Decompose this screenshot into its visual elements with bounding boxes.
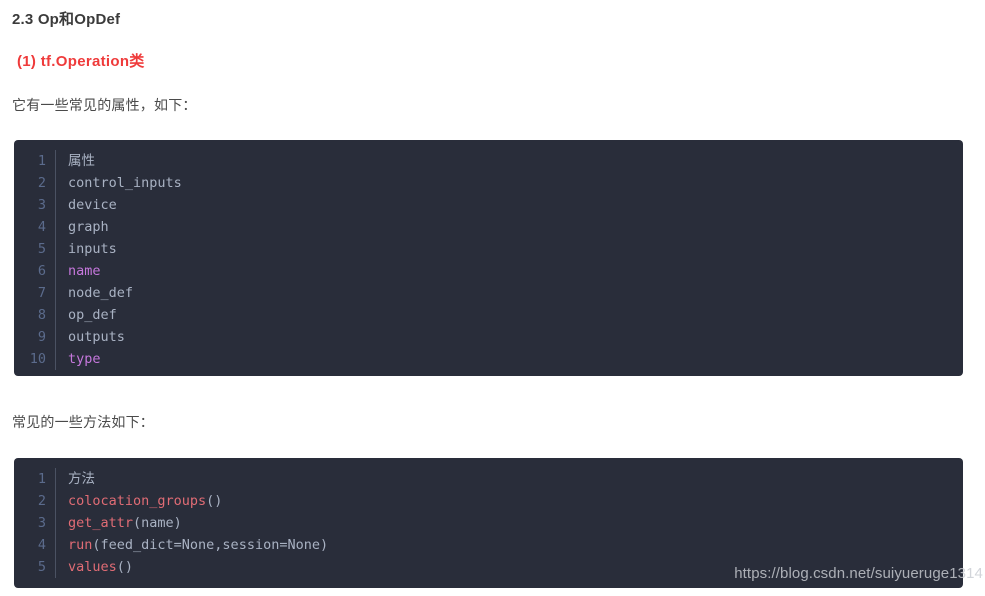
code-token-func: get_attr: [68, 515, 134, 531]
code-line: colocation_groups(): [68, 490, 328, 512]
code-token-punct: (feed_dict=None,session=None): [92, 537, 329, 553]
code-token-func: values: [68, 559, 117, 575]
code-lines-methods: 方法 colocation_groups() get_attr(name) run(f…: [56, 468, 328, 578]
code-line-number: 5: [37, 559, 46, 575]
code-line: control_inputs: [68, 172, 182, 194]
article-section-heading: 2.3 Op和OpDef: [12, 11, 121, 28]
code-token-plain: op_def: [68, 307, 117, 323]
code-token-plain: outputs: [68, 329, 125, 345]
article-sub-heading: (1) tf.Operation类: [17, 53, 145, 70]
code-line: device: [68, 194, 182, 216]
code-token-func: run: [68, 537, 93, 553]
code-line-number: 1: [37, 471, 46, 487]
code-token-punct: (): [116, 559, 134, 575]
code-line-number: 1: [37, 153, 46, 169]
code-line-number: 8: [37, 307, 46, 323]
code-line-number: 4: [37, 537, 46, 553]
code-line: graph: [68, 216, 182, 238]
code-line-number: 3: [37, 515, 46, 531]
code-line-number: 2: [37, 175, 46, 191]
code-line: name: [68, 260, 182, 282]
code-line-number: 4: [37, 219, 46, 235]
code-line: outputs: [68, 326, 182, 348]
code-token-plain: control_inputs: [68, 175, 182, 191]
code-line: get_attr(name): [68, 512, 328, 534]
code-token-plain: graph: [68, 219, 109, 235]
code-line: 属性: [68, 150, 182, 172]
code-token-keyword: name: [68, 263, 101, 279]
code-token-keyword: type: [68, 351, 101, 367]
code-line: inputs: [68, 238, 182, 260]
code-line: type: [68, 348, 182, 370]
code-lines-attributes: 属性 control_inputsdevice graph inputs name nod…: [56, 150, 182, 370]
article-paragraph-methods-intro: 常见的一些方法如下：: [12, 414, 154, 430]
code-line-number: 9: [37, 329, 46, 345]
code-token-punct: (): [206, 493, 223, 509]
code-block-attributes[interactable]: 1 2 3 4 5 6 7 8 9 10 属性 control_inputsdevice graph i…: [14, 140, 963, 376]
code-token-plain: device: [68, 197, 117, 213]
code-line: 方法: [68, 468, 328, 490]
code-token-func: colocation_groups: [68, 493, 207, 509]
code-line-number: 10: [29, 351, 46, 367]
code-line-number: 6: [37, 263, 46, 279]
code-token-cjk: 属性: [68, 153, 95, 169]
code-token-plain: inputs: [68, 241, 117, 257]
code-line-number: 2: [37, 493, 46, 509]
csdn-blog-watermark: https://blog.csdn.net/suiyueruge1314: [734, 565, 983, 582]
code-line-number: 5: [37, 241, 46, 257]
code-line-number: 3: [37, 197, 46, 213]
code-token-punct: (name): [133, 515, 182, 531]
code-line: node_def: [68, 282, 182, 304]
article-paragraph-attributes-intro: 它有一些常见的属性，如下：: [12, 97, 197, 113]
code-gutter-attributes: 1 2 3 4 5 6 7 8 9 10: [14, 150, 56, 370]
code-gutter-methods: 1 2 3 4 5: [14, 468, 56, 578]
code-line: values(): [68, 556, 328, 578]
code-line-number: 7: [37, 285, 46, 301]
code-token-plain: node_def: [68, 285, 134, 301]
code-token-cjk: 方法: [68, 471, 95, 487]
code-line: run(feed_dict=None,session=None): [68, 534, 328, 556]
code-line: op_def: [68, 304, 182, 326]
